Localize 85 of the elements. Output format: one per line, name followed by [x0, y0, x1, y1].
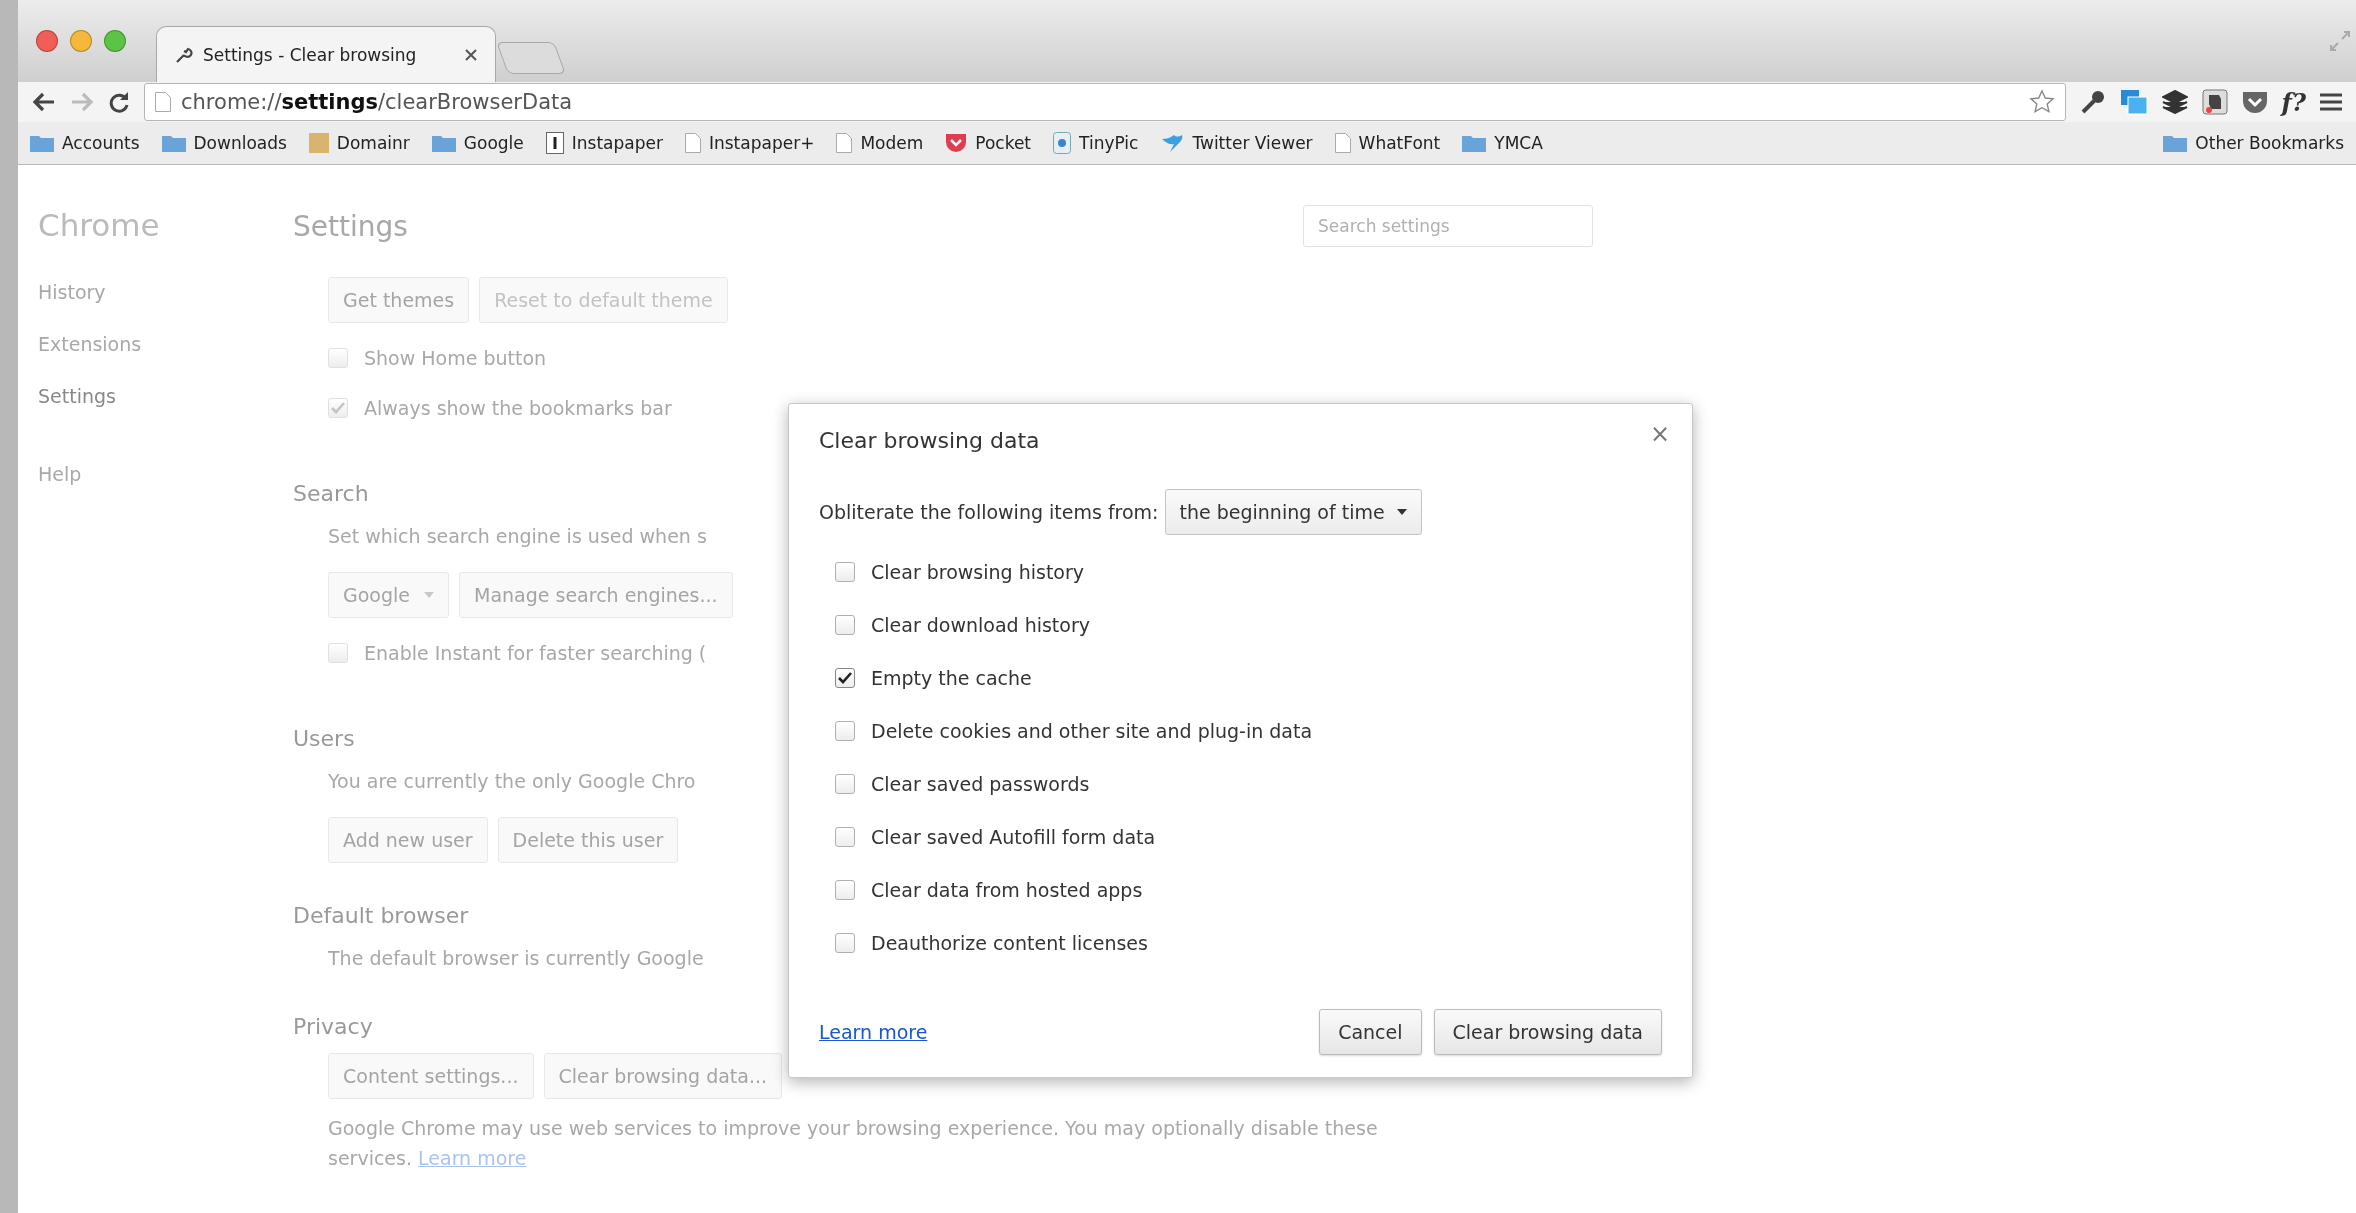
folder-icon: [161, 134, 186, 153]
data-option[interactable]: Clear data from hosted apps: [819, 863, 1662, 916]
folder-icon: [2163, 134, 2188, 153]
images-icon[interactable]: [2119, 89, 2148, 116]
checkbox[interactable]: [835, 932, 855, 953]
bookmark[interactable]: WhatFont: [1334, 133, 1441, 154]
bookmark[interactable]: YMCA: [1462, 133, 1543, 154]
bookmark[interactable]: Domainr: [308, 133, 410, 154]
data-option[interactable]: Clear download history: [819, 598, 1662, 651]
section-heading: Users: [293, 726, 355, 751]
description-text: You are currently the only Google Chro: [328, 769, 696, 794]
address-bar[interactable]: chrome://settings/clearBrowserData: [144, 83, 2066, 122]
bird-icon: [1160, 133, 1185, 154]
badge-icon: [1053, 132, 1072, 155]
fullscreen-icon[interactable]: [2330, 31, 2350, 51]
whatfont-button[interactable]: f?: [2281, 87, 2306, 117]
checkbox[interactable]: [835, 773, 855, 794]
sidebar-title: Chrome: [37, 207, 161, 243]
description-text: Set which search engine is used when s: [328, 524, 707, 549]
browser-tab[interactable]: Settings - Clear browsing: [156, 26, 496, 82]
section-heading: Privacy: [293, 1014, 373, 1039]
letter-box-icon: [545, 132, 564, 155]
pocket-icon: [945, 133, 968, 154]
close-window-button[interactable]: [36, 30, 58, 52]
key-icon[interactable]: [2079, 89, 2106, 116]
bookmark[interactable]: Modem: [836, 133, 924, 154]
tab-title: Settings - Clear browsing: [203, 44, 418, 65]
square-icon: [308, 133, 329, 154]
bookmark[interactable]: Instapaper: [545, 132, 663, 155]
section-heading: Default browser: [293, 903, 469, 928]
learn-more-link[interactable]: Learn more: [819, 1021, 928, 1043]
checkbox[interactable]: [835, 614, 855, 635]
period-label: Obliterate the following items from:: [819, 501, 1159, 523]
page-icon: [1334, 133, 1351, 154]
dialog-button[interactable]: Clear browsing data: [1433, 1009, 1662, 1055]
url-text: chrome://settings/clearBrowserData: [181, 90, 574, 115]
data-option[interactable]: Empty the cache: [819, 651, 1662, 704]
dialog-title: Clear browsing data: [819, 428, 1040, 453]
layers-icon[interactable]: [2161, 90, 2188, 115]
dialog-button[interactable]: Cancel: [1319, 1009, 1422, 1055]
minimize-window-button[interactable]: [70, 30, 92, 52]
other-bookmarks[interactable]: Other Bookmarks: [2163, 133, 2344, 154]
description-text: The default browser is currently Google: [328, 946, 704, 971]
sidebar-item[interactable]: Settings: [18, 377, 136, 413]
back-icon[interactable]: [32, 91, 56, 114]
search-field[interactable]: Search settings: [1303, 205, 1593, 247]
data-option[interactable]: Clear saved passwords: [819, 757, 1662, 810]
checkbox[interactable]: [835, 826, 855, 847]
menu-icon[interactable]: [2320, 92, 2342, 113]
pocket-icon[interactable]: [2241, 91, 2268, 114]
page-icon: [155, 92, 171, 113]
bookmark[interactable]: Downloads: [161, 133, 287, 154]
description-text: Google Chrome may use web services to improve your browsing experience. You may optionally disable these services. Learn more: [328, 1116, 1379, 1171]
checkbox[interactable]: [835, 667, 855, 688]
data-option[interactable]: Delete cookies and other site and plug-in data: [819, 704, 1662, 757]
folder-icon: [30, 134, 54, 153]
caret-icon: [1396, 509, 1407, 515]
page-icon: [836, 133, 853, 154]
checkbox[interactable]: [835, 879, 855, 900]
checkbox[interactable]: [835, 720, 855, 741]
data-option[interactable]: Clear saved Autofill form data: [819, 810, 1662, 863]
wrench-icon: [175, 45, 193, 64]
data-option[interactable]: Deauthorize content licenses: [819, 916, 1662, 969]
close-button[interactable]: ×: [1643, 418, 1676, 450]
folder-icon: [1462, 134, 1487, 153]
data-option[interactable]: Clear browsing history: [819, 545, 1662, 598]
bookmark[interactable]: Accounts: [30, 133, 140, 154]
bookmark[interactable]: Instapaper+: [684, 133, 815, 154]
page-title: Settings: [293, 209, 408, 243]
reload-icon[interactable]: [108, 91, 130, 114]
checkbox[interactable]: [835, 561, 855, 582]
bookmark[interactable]: TinyPic: [1053, 132, 1139, 155]
maximize-window-button[interactable]: [104, 30, 126, 52]
caret-icon: [424, 592, 434, 598]
bookmark[interactable]: Twitter Viewer: [1160, 133, 1313, 154]
new-tab-button[interactable]: [496, 42, 566, 74]
star-icon[interactable]: [2028, 89, 2055, 116]
bookmark[interactable]: Google: [431, 133, 524, 154]
section-heading: Search: [293, 481, 369, 506]
forward-icon[interactable]: [70, 91, 94, 114]
close-icon[interactable]: [465, 48, 477, 61]
period-select[interactable]: the beginning of time: [1164, 489, 1422, 535]
page-icon: [684, 133, 701, 154]
folder-icon: [431, 134, 456, 153]
bookmark[interactable]: Pocket: [945, 133, 1032, 154]
